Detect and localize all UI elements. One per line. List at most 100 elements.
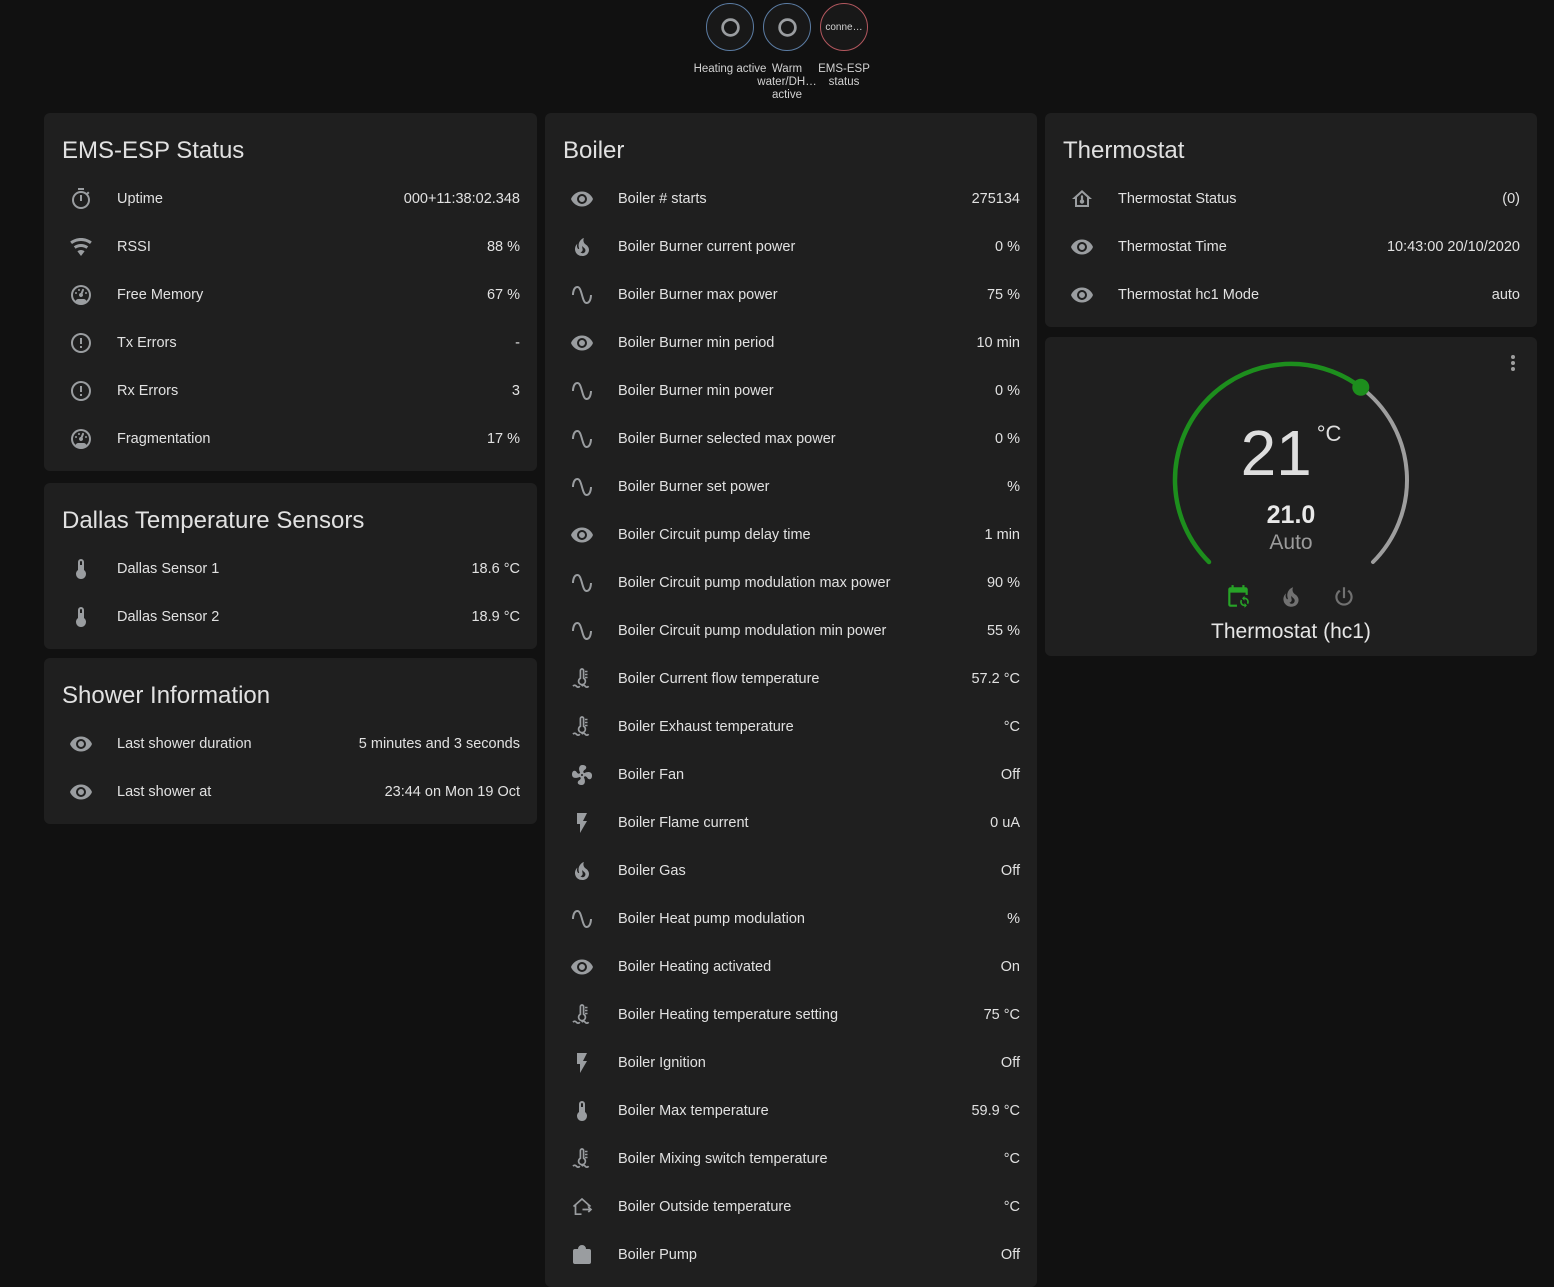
mode-buttons [1045, 584, 1537, 610]
entity-state: 0 % [995, 431, 1020, 447]
boiler-card: Boiler Boiler # starts 275134 Boiler Bur… [545, 113, 1037, 1287]
entity-row[interactable]: Boiler Mixing switch temperature °C [545, 1135, 1037, 1183]
entity-state: 275134 [972, 191, 1020, 207]
entity-row[interactable]: Boiler Burner min power 0 % [545, 367, 1037, 415]
entity-name: Last shower duration [117, 736, 351, 752]
entity-row[interactable]: Boiler Heat pump modulation % [545, 895, 1037, 943]
timer-icon [69, 187, 93, 211]
entity-row[interactable]: Boiler Burner current power 0 % [545, 223, 1037, 271]
entity-name: Boiler Burner max power [618, 287, 979, 303]
thermostat-dial-card: 21°C 21.0 Auto Thermostat (hc1) [1045, 337, 1537, 656]
entity-name: Last shower at [117, 784, 377, 800]
entity-row[interactable]: Boiler Flame current 0 uA [545, 799, 1037, 847]
kebab-menu-icon[interactable] [1501, 351, 1525, 375]
status-badge[interactable]: Heating active [706, 3, 754, 103]
card-title: Dallas Temperature Sensors [44, 483, 537, 545]
entity-row[interactable]: Boiler Outside temperature °C [545, 1183, 1037, 1231]
entity-name: Rx Errors [117, 383, 504, 399]
power-icon [1331, 584, 1357, 610]
card-title: Shower Information [44, 658, 537, 720]
entity-row[interactable]: Thermostat Status (0) [1045, 175, 1537, 223]
thermometer-icon [69, 557, 93, 581]
wifi-icon [69, 235, 93, 259]
entity-row[interactable]: Boiler Pump Off [545, 1231, 1037, 1279]
mode-button[interactable] [1278, 584, 1304, 610]
entity-state: On [1001, 959, 1020, 975]
entity-row[interactable]: Boiler Heating activated On [545, 943, 1037, 991]
coolant-icon [570, 1147, 594, 1171]
entity-row[interactable]: Boiler Burner selected max power 0 % [545, 415, 1037, 463]
entity-row[interactable]: Boiler Burner max power 75 % [545, 271, 1037, 319]
entity-state: 17 % [487, 431, 520, 447]
entity-row[interactable]: Boiler Circuit pump modulation max power… [545, 559, 1037, 607]
entity-row[interactable]: Free Memory 67 % [44, 271, 537, 319]
entity-row[interactable]: Boiler Max temperature 59.9 °C [545, 1087, 1037, 1135]
entity-row[interactable]: Thermostat hc1 Mode auto [1045, 271, 1537, 319]
entity-row[interactable]: Boiler Burner min period 10 min [545, 319, 1037, 367]
entity-name: Boiler Fan [618, 767, 993, 783]
entity-row[interactable]: Dallas Sensor 2 18.9 °C [44, 593, 537, 641]
entity-row[interactable]: Boiler Ignition Off [545, 1039, 1037, 1087]
entity-state: - [515, 335, 520, 351]
entity-state: 18.6 °C [471, 561, 520, 577]
mode-label: Auto [1045, 531, 1537, 555]
status-badge[interactable]: Warm water/DH… active [763, 3, 811, 103]
mode-button[interactable] [1331, 584, 1357, 610]
badge-label: EMS-ESP status [805, 63, 883, 89]
sine-wave-icon [570, 619, 594, 643]
entity-row[interactable]: Boiler Current flow temperature 57.2 °C [545, 655, 1037, 703]
entity-name: Boiler Circuit pump modulation max power [618, 575, 979, 591]
entity-row[interactable]: Boiler Gas Off [545, 847, 1037, 895]
entity-row[interactable]: Boiler Heating temperature setting 75 °C [545, 991, 1037, 1039]
thermostat-info-card: Thermostat Thermostat Status (0) Thermos… [1045, 113, 1537, 327]
entity-row[interactable]: Dallas Sensor 1 18.6 °C [44, 545, 537, 593]
dial-handle[interactable] [1352, 379, 1369, 396]
entity-name: Boiler Current flow temperature [618, 671, 963, 687]
entity-row[interactable]: Tx Errors - [44, 319, 537, 367]
entity-state: Off [1001, 863, 1020, 879]
entity-name: Dallas Sensor 2 [117, 609, 463, 625]
entity-row[interactable]: Uptime 000+11:38:02.348 [44, 175, 537, 223]
ring-icon [717, 14, 744, 41]
entity-row[interactable]: Boiler Burner set power % [545, 463, 1037, 511]
entity-name: Thermostat Status [1118, 191, 1494, 207]
entity-row[interactable]: Rx Errors 3 [44, 367, 537, 415]
entity-state: 88 % [487, 239, 520, 255]
entity-row[interactable]: Fragmentation 17 % [44, 415, 537, 463]
entity-row[interactable]: Boiler Circuit pump modulation min power… [545, 607, 1037, 655]
badge-row: Heating active Warm water/DH… active con… [706, 3, 868, 103]
coolant-icon [570, 667, 594, 691]
entity-row[interactable]: Thermostat Time 10:43:00 20/10/2020 [1045, 223, 1537, 271]
mode-button[interactable] [1225, 584, 1251, 610]
entity-name: Boiler Burner min period [618, 335, 968, 351]
entity-name: Dallas Sensor 1 [117, 561, 463, 577]
card-title: Thermostat [1045, 113, 1537, 175]
sine-wave-icon [570, 571, 594, 595]
ems-status-card: EMS-ESP Status Uptime 000+11:38:02.348 R… [44, 113, 537, 471]
entity-state: 1 min [985, 527, 1020, 543]
eye-icon [570, 955, 594, 979]
entity-row[interactable]: Last shower duration 5 minutes and 3 sec… [44, 720, 537, 768]
entity-name: Boiler Outside temperature [618, 1199, 996, 1215]
entity-row[interactable]: RSSI 88 % [44, 223, 537, 271]
entity-state: 57.2 °C [971, 671, 1020, 687]
flash-icon [570, 1051, 594, 1075]
entity-name: Boiler Gas [618, 863, 993, 879]
entity-row[interactable]: Boiler Exhaust temperature °C [545, 703, 1037, 751]
home-export-icon [570, 1195, 594, 1219]
entity-row[interactable]: Boiler Fan Off [545, 751, 1037, 799]
status-badge[interactable]: conne… EMS-ESP status [820, 3, 868, 103]
current-temperature: 21°C [1045, 421, 1537, 485]
entity-row[interactable]: Boiler Circuit pump delay time 1 min [545, 511, 1037, 559]
entity-name: Boiler Exhaust temperature [618, 719, 996, 735]
entity-state: (0) [1502, 191, 1520, 207]
entity-row[interactable]: Last shower at 23:44 on Mon 19 Oct [44, 768, 537, 816]
entity-row[interactable]: Boiler # starts 275134 [545, 175, 1037, 223]
sine-wave-icon [570, 907, 594, 931]
shower-info-card: Shower Information Last shower duration … [44, 658, 537, 824]
pump-icon [570, 1243, 594, 1267]
entity-state: % [1007, 479, 1020, 495]
sine-wave-icon [570, 379, 594, 403]
entity-state: 000+11:38:02.348 [404, 191, 520, 207]
sine-wave-icon [570, 427, 594, 451]
